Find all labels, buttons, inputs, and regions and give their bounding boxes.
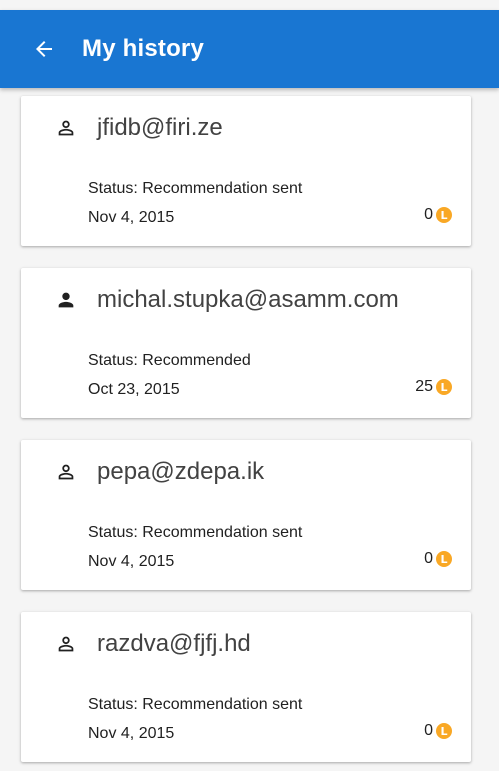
history-card[interactable]: jfidb@firi.ze Status: Recommendation sen… (21, 96, 471, 246)
points-display: 25 L (415, 378, 452, 396)
points-display: 0 L (424, 550, 452, 568)
points-display: 0 L (424, 206, 452, 224)
status-text: Status: Recommendation sent (88, 180, 303, 197)
recipient-email: pepa@zdepa.ik (97, 458, 265, 485)
coin-icon: L (436, 723, 452, 739)
recipient-email: jfidb@firi.ze (97, 114, 223, 141)
app-bar: My history (0, 10, 499, 88)
history-card[interactable]: razdva@fjfj.hd Status: Recommendation se… (21, 612, 471, 762)
status-text: Status: Recommendation sent (88, 524, 303, 541)
date-text: Nov 4, 2015 (88, 209, 175, 226)
recipient-email: michal.stupka@asamm.com (97, 286, 399, 313)
card-header: razdva@fjfj.hd (53, 630, 251, 658)
card-header: jfidb@firi.ze (53, 114, 223, 142)
card-header: michal.stupka@asamm.com (53, 286, 399, 314)
status-text: Status: Recommendation sent (88, 696, 303, 713)
coin-icon: L (436, 551, 452, 567)
points-value: 25 (415, 378, 433, 395)
recipient-email: razdva@fjfj.hd (97, 630, 251, 657)
history-card[interactable]: pepa@zdepa.ik Status: Recommendation sen… (21, 440, 471, 590)
history-card[interactable]: michal.stupka@asamm.com Status: Recommen… (21, 268, 471, 418)
coin-icon: L (436, 379, 452, 395)
person-outline-icon (53, 631, 79, 657)
points-value: 0 (424, 722, 433, 739)
date-text: Nov 4, 2015 (88, 553, 175, 570)
date-text: Oct 23, 2015 (88, 381, 180, 398)
points-value: 0 (424, 206, 433, 223)
card-header: pepa@zdepa.ik (53, 458, 264, 486)
points-display: 0 L (424, 722, 452, 740)
status-text: Status: Recommended (88, 352, 251, 369)
coin-icon: L (436, 207, 452, 223)
person-outline-icon (53, 115, 79, 141)
page-title: My history (82, 35, 205, 62)
person-filled-icon (53, 287, 79, 313)
person-outline-icon (53, 459, 79, 485)
arrow-left-icon (36, 41, 52, 57)
points-value: 0 (424, 550, 433, 567)
back-button[interactable] (24, 29, 64, 69)
date-text: Nov 4, 2015 (88, 725, 175, 742)
